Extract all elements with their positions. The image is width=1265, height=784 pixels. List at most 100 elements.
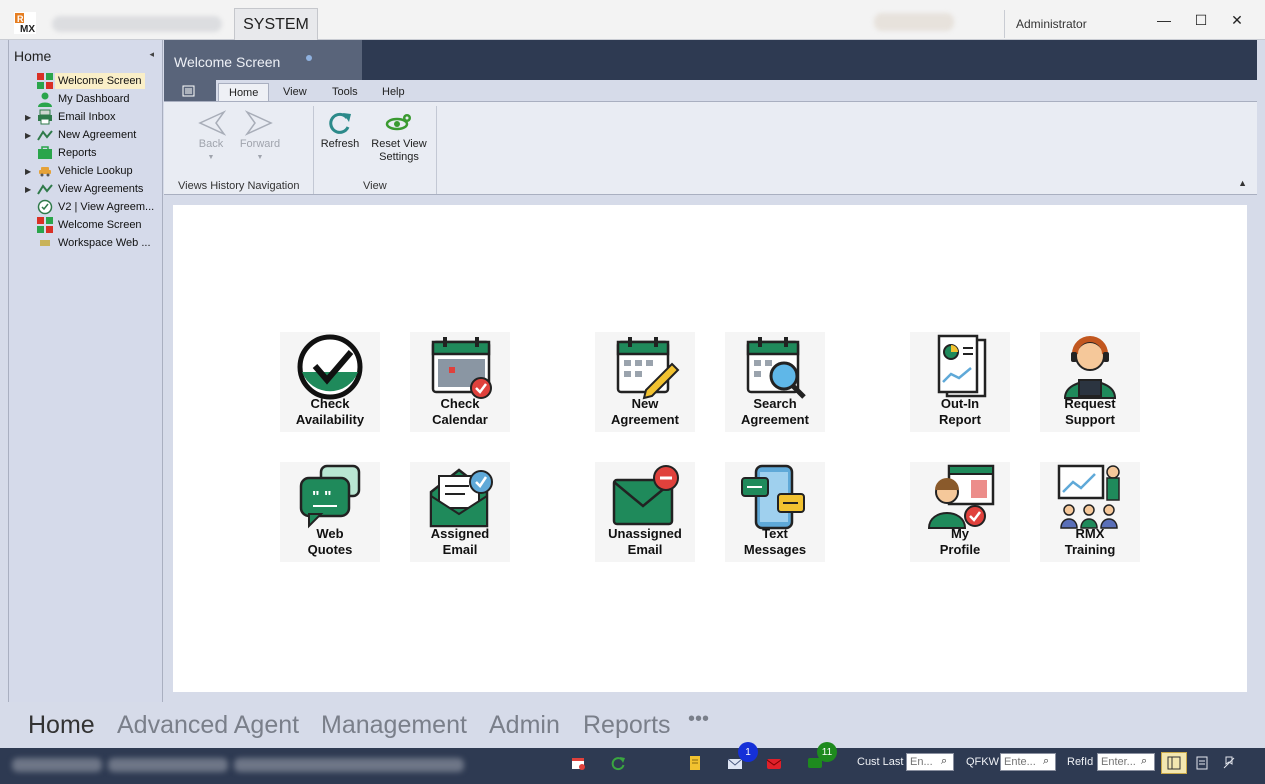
expand-arrow-icon[interactable]: ▶ [25, 185, 31, 194]
module-reports[interactable]: Reports [583, 711, 671, 740]
forward-label: Forward [239, 138, 281, 150]
check-calendar-tile[interactable]: Check Calendar [410, 332, 510, 432]
tile-label-line1: RMX [1075, 526, 1105, 541]
reset-view-settings-button[interactable]: Reset View Settings [367, 108, 431, 164]
envelope-check-icon [429, 468, 493, 528]
search-icon[interactable]: ⌕ [1043, 755, 1049, 768]
notes-icon[interactable] [686, 754, 704, 772]
report-icon [937, 334, 987, 398]
nav-item-new-agreement[interactable]: ▶ New Agreement [9, 126, 163, 144]
tab-label: Welcome Screen [174, 54, 281, 70]
nav-item-welcome-screen-2[interactable]: Welcome Screen [9, 216, 163, 234]
back-label: Back [198, 138, 224, 150]
expand-arrow-icon[interactable]: ▶ [25, 131, 31, 140]
status-bar: 1 11 Cust Last ⌕ QFKW ⌕ RefId ⌕ [0, 742, 1265, 784]
navigation-pane: Home ◂ Welcome Screen My Dashboard ▶ Ema… [8, 40, 163, 702]
chat-count-badge: 11 [817, 742, 837, 762]
calendar-alert-icon[interactable] [569, 754, 587, 772]
search-icon[interactable]: ⌕ [1141, 755, 1147, 768]
tile-label-line1: Check [310, 396, 350, 411]
check-availability-icon [297, 334, 363, 400]
request-support-tile[interactable]: Request Support [1040, 332, 1140, 432]
unassigned-email-tile[interactable]: Unassigned Email [595, 462, 695, 562]
out-in-report-tile[interactable]: Out-In Report [910, 332, 1010, 432]
rmx-logo-icon: R MX [14, 12, 36, 35]
divider [313, 106, 314, 194]
my-profile-tile[interactable]: My Profile [910, 462, 1010, 562]
tile-label-line2: Calendar [432, 412, 488, 427]
tab-tools[interactable]: Tools [322, 83, 368, 102]
system-tab[interactable]: SYSTEM [234, 8, 318, 40]
maximize-button[interactable]: ☐ [1192, 11, 1210, 29]
nav-title: Home [14, 48, 52, 64]
tab-view[interactable]: View [273, 83, 317, 102]
calendar-pencil-icon [616, 337, 680, 400]
nav-item-reports[interactable]: Reports [9, 144, 163, 162]
module-admin[interactable]: Admin [489, 711, 560, 740]
tab-welcome-screen[interactable]: Welcome Screen [164, 40, 362, 80]
check-availability-tile[interactable]: Check Availability [280, 332, 380, 432]
phone-messages-icon [741, 464, 805, 530]
nav-item-welcome-screen[interactable]: Welcome Screen [9, 72, 163, 90]
nav-item-label: Reports [58, 147, 97, 159]
tab-help[interactable]: Help [372, 83, 415, 102]
reading-view-icon[interactable] [1193, 754, 1211, 772]
web-quotes-tile[interactable]: " " Web Quotes [280, 462, 380, 562]
normal-view-icon[interactable] [1161, 752, 1187, 774]
ribbon-tabs: Home View Tools Help [164, 80, 1257, 102]
close-button[interactable]: ✕ [1228, 11, 1246, 29]
divider [1004, 10, 1005, 38]
rmx-training-tile[interactable]: RMX Training [1040, 462, 1140, 562]
back-button[interactable]: Back ▼ [190, 108, 232, 164]
unpin-icon[interactable] [1220, 754, 1238, 772]
new-agreement-tile[interactable]: New Agreement [595, 332, 695, 432]
mail-alert-icon[interactable] [765, 754, 783, 772]
expand-arrow-icon[interactable]: ▶ [25, 113, 31, 122]
map-icon [37, 235, 53, 251]
text-messages-tile[interactable]: Text Messages [725, 462, 825, 562]
redacted-status [12, 758, 102, 772]
eye-gear-icon [385, 114, 411, 131]
tile-label-line2: Email [627, 542, 663, 557]
tile-label-line1: Text [762, 526, 788, 541]
nav-item-workspace-web[interactable]: Workspace Web ... [9, 234, 163, 252]
refresh-button[interactable]: Refresh [318, 108, 362, 151]
cust-last-label: Cust Last [857, 756, 904, 768]
tab-home[interactable]: Home [218, 83, 270, 102]
nav-item-label: Welcome Screen [55, 73, 145, 89]
calendar-check-icon [431, 337, 492, 399]
tile-label-line1: Unassigned [608, 526, 682, 541]
tile-label-line1: Web [316, 526, 344, 541]
collapse-nav-icon[interactable]: ◂ [149, 49, 154, 60]
minimize-button[interactable]: — [1155, 11, 1173, 29]
more-modules-button[interactable]: ••• [688, 708, 709, 731]
pin-icon[interactable] [306, 55, 312, 61]
module-home[interactable]: Home [28, 711, 95, 740]
forward-button[interactable]: Forward ▼ [236, 108, 284, 164]
module-management[interactable]: Management [321, 711, 467, 740]
tile-label-line2: Quotes [307, 542, 353, 557]
nav-item-label: Welcome Screen [58, 219, 142, 231]
expand-arrow-icon[interactable]: ▶ [25, 167, 31, 176]
nav-item-label: New Agreement [58, 129, 137, 141]
nav-item-email-inbox[interactable]: ▶ Email Inbox [9, 108, 163, 126]
assigned-email-tile[interactable]: Assigned Email [410, 462, 510, 562]
redacted-status [108, 758, 228, 772]
nav-item-v2-view-agreements[interactable]: V2 | View Agreem... [9, 198, 163, 216]
search-icon[interactable]: ⌕ [941, 755, 947, 768]
refresh-icon[interactable] [609, 754, 627, 772]
chat-bubbles-icon: " " [299, 464, 361, 529]
redacted-status [234, 758, 464, 772]
nav-item-view-agreements[interactable]: ▶ View Agreements [9, 180, 163, 198]
user-name[interactable]: Administrator [1016, 17, 1087, 31]
module-advanced-agent[interactable]: Advanced Agent [117, 711, 299, 740]
collapse-ribbon-icon[interactable]: ▲ [1238, 178, 1247, 188]
nav-item-vehicle-lookup[interactable]: ▶ Vehicle Lookup [9, 162, 163, 180]
nav-item-my-dashboard[interactable]: My Dashboard [9, 90, 163, 108]
tile-label-line2: Availability [295, 412, 365, 427]
chart-line-icon [37, 181, 53, 197]
search-agreement-tile[interactable]: Search Agreement [725, 332, 825, 432]
briefcase-icon [37, 145, 53, 161]
tile-label-line2: Agreement [741, 412, 809, 427]
app-menu-button[interactable] [164, 80, 216, 102]
